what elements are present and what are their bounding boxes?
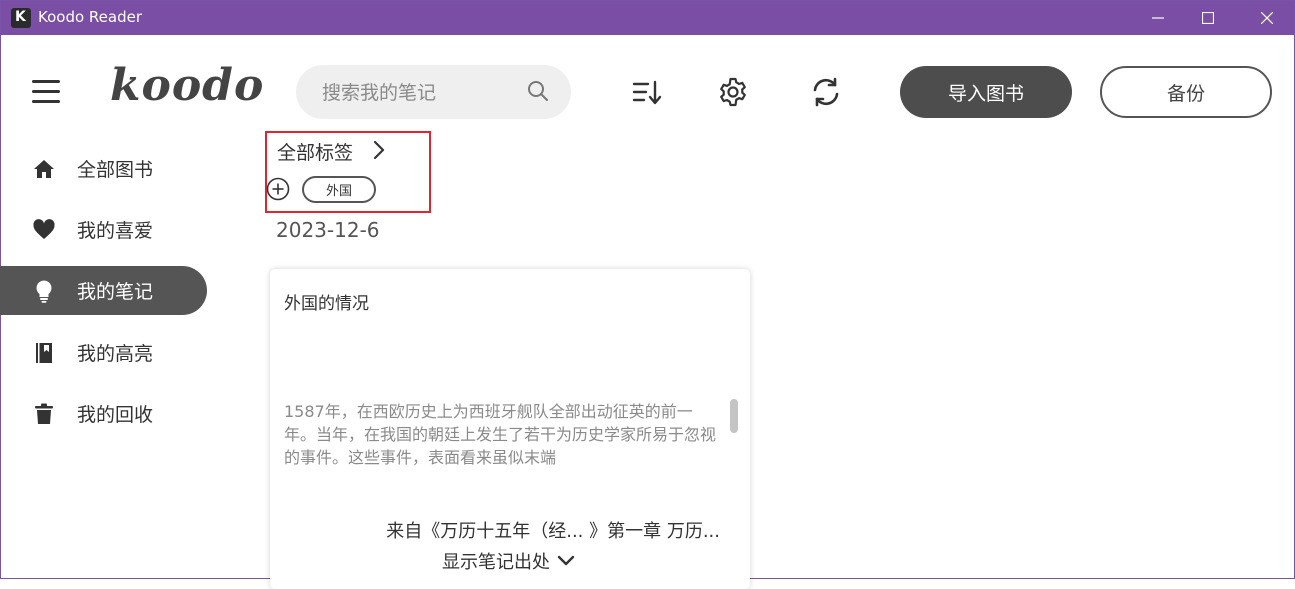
- title-bar: Koodo Reader: [1, 1, 1294, 35]
- sidebar-item-label: 我的笔记: [77, 281, 154, 303]
- show-source-label: 显示笔记出处: [442, 552, 550, 573]
- close-icon: [1261, 12, 1273, 24]
- note-excerpt: 1587年，在西欧历史上为西班牙舰队全部出动征英的前一年。当年，在我国的朝廷上发…: [284, 402, 717, 466]
- show-source-button[interactable]: 显示笔记出处: [442, 548, 576, 574]
- chevron-down-icon: [557, 555, 575, 566]
- trash-icon: [35, 403, 53, 424]
- heart-icon: [33, 219, 55, 239]
- note-source: 来自《万历十五年（经... 》第一章 万历...: [386, 521, 720, 542]
- add-tag-icon[interactable]: [266, 177, 290, 201]
- lightbulb-icon: [36, 280, 52, 303]
- backup-button[interactable]: 备份: [1100, 66, 1272, 118]
- hamburger-menu-icon[interactable]: [32, 80, 60, 104]
- sidebar-item-favorites[interactable]: 我的喜爱: [0, 205, 207, 254]
- sidebar-item-all-books[interactable]: 全部图书: [0, 144, 207, 193]
- search-input[interactable]: [320, 77, 524, 109]
- sidebar-item-notes[interactable]: 我的笔记: [0, 266, 207, 315]
- note-title: 外国的情况: [284, 294, 369, 314]
- sidebar-item-highlights[interactable]: 我的高亮: [0, 328, 207, 377]
- all-tags-label[interactable]: 全部标签: [277, 138, 353, 165]
- sort-button[interactable]: [627, 72, 667, 112]
- bookmark-book-icon: [36, 343, 52, 363]
- sync-button[interactable]: [806, 72, 846, 112]
- note-card[interactable]: 外国的情况 1587年，在西欧历史上为西班牙舰队全部出动征英的前一年。当年，在我…: [270, 269, 750, 589]
- sidebar-item-trash[interactable]: 我的回收: [0, 389, 207, 438]
- minimize-button[interactable]: [1135, 1, 1181, 35]
- sidebar-item-label: 全部图书: [77, 159, 154, 181]
- sidebar-item-label: 我的回收: [77, 404, 154, 426]
- app-icon: [11, 8, 31, 28]
- chevron-right-icon[interactable]: [371, 140, 387, 160]
- excerpt-scrollbar[interactable]: [730, 399, 738, 433]
- sidebar-item-label: 我的高亮: [77, 343, 154, 365]
- home-icon: [34, 160, 54, 178]
- sync-icon: [813, 77, 839, 107]
- maximize-icon: [1202, 12, 1214, 24]
- koodo-logo: koodo: [110, 60, 265, 111]
- search-icon[interactable]: [526, 79, 550, 103]
- maximize-button[interactable]: [1185, 1, 1231, 35]
- window-title: Koodo Reader: [38, 8, 142, 26]
- import-books-button[interactable]: 导入图书: [900, 66, 1072, 118]
- sort-icon: [632, 80, 662, 105]
- sidebar-item-label: 我的喜爱: [77, 220, 154, 242]
- note-date: 2023-12-6: [276, 218, 380, 242]
- gear-icon: [720, 77, 746, 107]
- minimize-icon: [1152, 17, 1164, 19]
- search-bar[interactable]: [296, 65, 571, 119]
- settings-button[interactable]: [713, 72, 753, 112]
- close-button[interactable]: [1244, 1, 1290, 35]
- tag-chip[interactable]: 外国: [302, 176, 376, 203]
